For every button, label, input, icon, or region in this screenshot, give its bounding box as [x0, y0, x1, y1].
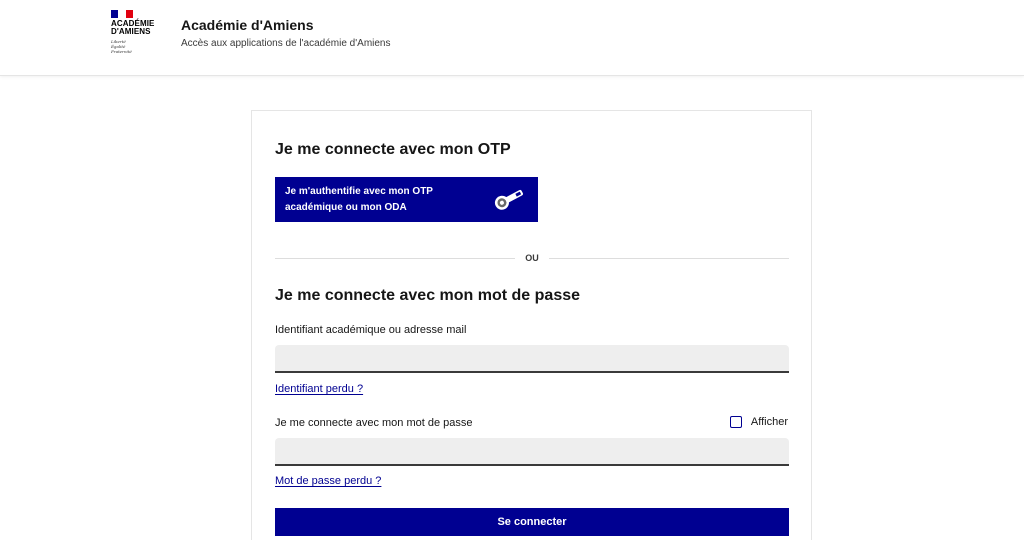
site-header: ACADÉMIE D'AMIENS Liberté Égalité Frater…: [0, 0, 1024, 76]
identifier-lost-link[interactable]: Identifiant perdu ?: [275, 383, 363, 395]
otp-section-title: Je me connecte avec mon OTP: [275, 141, 511, 158]
french-flag-icon: [111, 10, 133, 18]
key-icon: [494, 190, 523, 210]
otp-login-button[interactable]: Je m'authentifie avec mon OTP académique…: [275, 177, 538, 222]
show-password-checkbox[interactable]: [729, 416, 742, 428]
logo-motto: Liberté Égalité Fraternité: [111, 39, 132, 54]
show-password-label: Afficher: [750, 416, 788, 428]
identifier-input[interactable]: [275, 345, 789, 373]
otp-login-button-label: Je m'authentifie avec mon OTP académique…: [285, 186, 433, 213]
login-card: Je me connecte avec mon OTP Je m'authent…: [251, 110, 812, 540]
show-password-toggle[interactable]: Afficher: [729, 416, 788, 428]
logo-name-line2: D'AMIENS: [111, 27, 151, 36]
site-tagline: Accès aux applications de l'académie d'A…: [181, 38, 391, 49]
password-label: Je me connecte avec mon mot de passe: [275, 417, 473, 429]
password-input[interactable]: [275, 438, 789, 466]
site-title[interactable]: Académie d'Amiens: [181, 17, 314, 33]
login-submit-button[interactable]: Se connecter: [275, 508, 789, 536]
identifier-label: Identifiant académique ou adresse mail: [275, 324, 467, 336]
or-separator: OU: [275, 251, 789, 265]
separator-line-right: [549, 258, 789, 259]
academy-logo[interactable]: ACADÉMIE D'AMIENS Liberté Égalité Frater…: [111, 10, 161, 62]
password-lost-link[interactable]: Mot de passe perdu ?: [275, 475, 381, 487]
password-section-title: Je me connecte avec mon mot de passe: [275, 287, 581, 304]
